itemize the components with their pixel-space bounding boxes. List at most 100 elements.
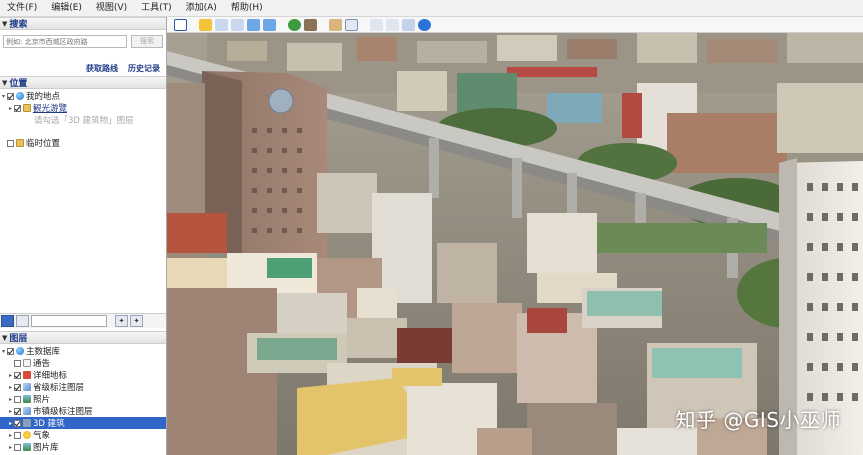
polygon-icon[interactable]	[215, 18, 228, 31]
planets-icon[interactable]	[329, 18, 342, 31]
search-panel-header[interactable]: ▼ 搜索	[0, 17, 166, 30]
folder-icon	[16, 139, 24, 147]
image-overlay-icon[interactable]	[247, 18, 260, 31]
checkbox[interactable]	[14, 383, 21, 391]
layer-label: 通告	[33, 359, 51, 369]
expand-arrow-icon[interactable]: ▸	[7, 408, 14, 415]
map-3d-view[interactable]: 知乎 @GIS小巫师	[167, 33, 863, 455]
main-toolbar	[167, 17, 863, 33]
sunlight-icon[interactable]	[304, 18, 317, 31]
menu-tools[interactable]: 工具(T)	[134, 0, 179, 17]
place-temporary[interactable]: 临时位置	[0, 137, 166, 149]
layer-label: 市镇级标注图层	[33, 407, 93, 417]
layer-label: 详细地标	[33, 371, 68, 381]
layer-label: 气象	[33, 431, 51, 441]
search-button[interactable]: 搜索	[131, 35, 163, 48]
place-label: 観光游覽	[33, 104, 68, 114]
building-icon	[23, 419, 31, 427]
menu-edit[interactable]: 编辑(E)	[44, 0, 89, 17]
layers-panel-header[interactable]: ▼ 图层	[0, 331, 166, 344]
expand-arrow-icon[interactable]: ▸	[7, 396, 14, 403]
menu-bar: 文件(F) 编辑(E) 视图(V) 工具(T) 添加(A) 帮助(H)	[0, 0, 863, 17]
place-my-places[interactable]: ▾ 我的地点	[0, 90, 166, 102]
checkbox[interactable]	[14, 395, 21, 403]
view-mode-icon[interactable]	[1, 315, 14, 327]
collapse-triangle-icon: ▼	[2, 19, 8, 28]
layer-label: 图片库	[33, 443, 59, 453]
layer-label: 照片	[33, 395, 51, 405]
place-hint-text: 请勾选「3D 建筑物」图层	[34, 116, 134, 126]
checkbox[interactable]	[14, 443, 21, 451]
layer-primary-database[interactable]: ▾ 主数据库	[0, 345, 166, 357]
print-icon[interactable]	[386, 18, 399, 31]
get-directions-link[interactable]: 获取路线	[86, 63, 118, 74]
menu-file[interactable]: 文件(F)	[0, 0, 44, 17]
expand-arrow-icon[interactable]: ▾	[0, 348, 7, 355]
placemark-icon[interactable]	[199, 18, 212, 31]
collapse-triangle-icon: ▼	[2, 333, 8, 342]
menu-view[interactable]: 视图(V)	[89, 0, 134, 17]
expand-arrow-icon[interactable]: ▸	[7, 432, 14, 439]
list-view-icon[interactable]	[16, 315, 29, 327]
folder-icon	[23, 104, 31, 112]
expand-arrow-icon[interactable]: ▾	[0, 93, 7, 100]
expand-arrow-icon[interactable]: ▸	[7, 384, 14, 391]
ruler-icon[interactable]	[345, 18, 358, 31]
weather-icon	[23, 431, 31, 439]
save-image-icon[interactable]	[402, 18, 415, 31]
maps-icon[interactable]	[418, 18, 431, 31]
search-links: 获取路线 历史记录	[86, 63, 160, 74]
checkbox[interactable]	[14, 407, 21, 415]
record-tour-icon[interactable]	[263, 18, 276, 31]
checkbox[interactable]	[7, 139, 14, 147]
place-sightseeing[interactable]: ▸ 観光游覽	[0, 102, 166, 114]
layer-photos[interactable]: ▸ 照片	[0, 393, 166, 405]
layer-town-labels[interactable]: ▸ 市镇级标注图层	[0, 405, 166, 417]
layers-panel-title: 图层	[9, 334, 28, 344]
globe-icon	[16, 347, 24, 355]
checkbox[interactable]	[7, 92, 14, 100]
collapse-triangle-icon: ▼	[2, 78, 8, 87]
layer-gallery[interactable]: ▸ 图片库	[0, 441, 166, 453]
layers-tree: ▾ 主数据库 通告 ▸ 详细地标 ▸ 省级标注图层 ▸ 照片 ▸ 市镇级标注图层…	[0, 345, 166, 453]
checkbox[interactable]	[14, 104, 21, 112]
menu-help[interactable]: 帮助(H)	[224, 0, 270, 17]
search-input[interactable]	[3, 35, 127, 48]
place-hint: 请勾选「3D 建筑物」图层	[0, 114, 166, 126]
search-panel-title: 搜索	[9, 20, 28, 30]
layer-icon	[23, 407, 31, 415]
history-link[interactable]: 历史记录	[128, 63, 160, 74]
layer-detailed-landmarks[interactable]: ▸ 详细地标	[0, 369, 166, 381]
layer-label: 3D 建筑	[33, 419, 65, 429]
layer-label: 主数据库	[26, 347, 61, 357]
places-panel-title: 位置	[9, 79, 28, 89]
place-label: 我的地点	[26, 92, 61, 102]
checkbox[interactable]	[14, 371, 21, 379]
historical-imagery-icon[interactable]	[288, 18, 301, 31]
checkbox[interactable]	[14, 359, 21, 367]
search-row: 搜索	[3, 35, 165, 49]
expand-arrow-icon[interactable]: ▸	[7, 444, 14, 451]
email-icon[interactable]	[370, 18, 383, 31]
image-icon	[23, 443, 31, 451]
layer-province-labels[interactable]: ▸ 省级标注图层	[0, 381, 166, 393]
places-panel-header[interactable]: ▼ 位置	[0, 76, 166, 89]
checkbox[interactable]	[14, 431, 21, 439]
expand-arrow-icon[interactable]: ▸	[7, 105, 14, 112]
expand-arrow-icon[interactable]: ▸	[7, 372, 14, 379]
layer-icon	[23, 383, 31, 391]
expand-arrow-icon[interactable]: ▸	[7, 420, 14, 427]
move-down-icon[interactable]: ✦	[130, 315, 143, 327]
move-up-icon[interactable]: ✦	[115, 315, 128, 327]
layers-filter-field[interactable]	[31, 315, 107, 327]
checkbox[interactable]	[14, 419, 21, 427]
path-icon[interactable]	[231, 18, 244, 31]
checkbox[interactable]	[7, 347, 14, 355]
place-label: 临时位置	[26, 139, 61, 149]
layer-notices[interactable]: 通告	[0, 357, 166, 369]
menu-add[interactable]: 添加(A)	[179, 0, 224, 17]
hide-sidebar-icon[interactable]	[174, 18, 187, 31]
layer-weather[interactable]: ▸ 气象	[0, 429, 166, 441]
layer-3d-buildings[interactable]: ▸ 3D 建筑	[0, 417, 166, 429]
city-aerial-image	[167, 33, 863, 455]
